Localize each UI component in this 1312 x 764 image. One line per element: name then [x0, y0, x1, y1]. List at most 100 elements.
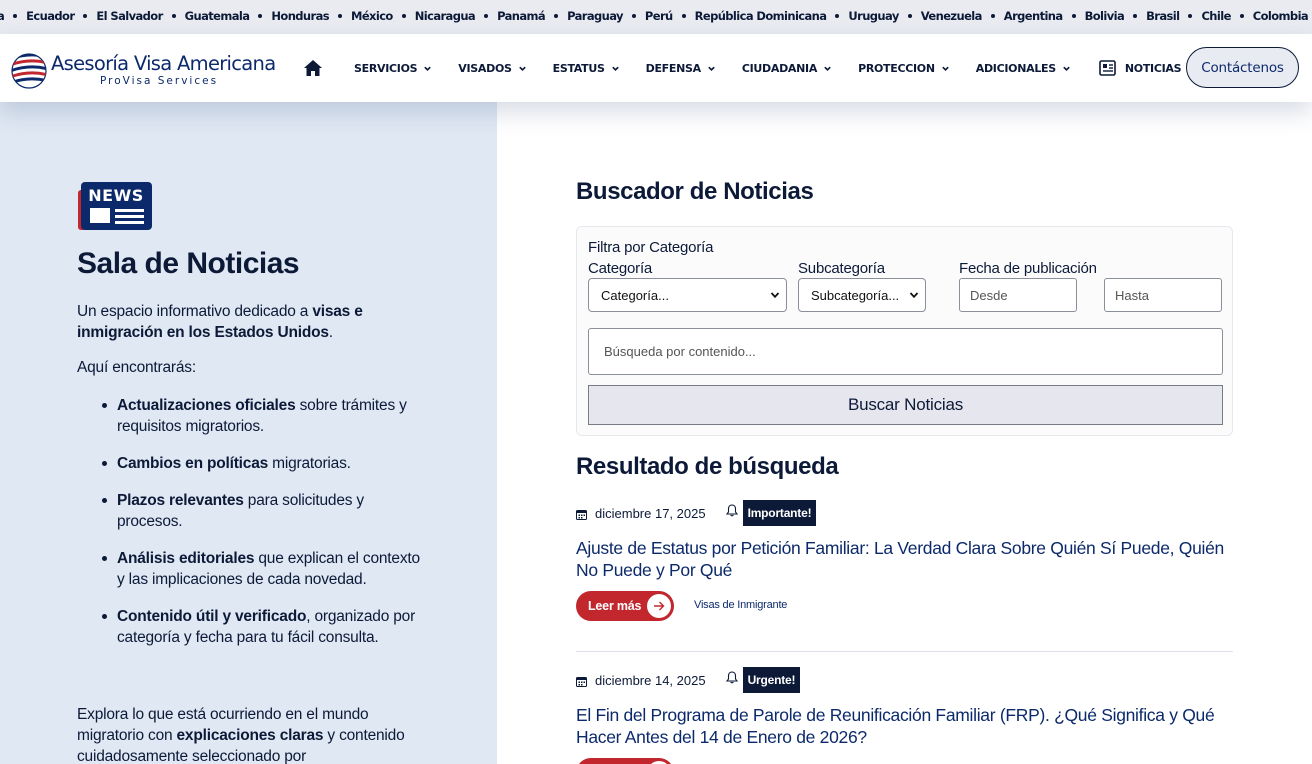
- search-news-button[interactable]: Buscar Noticias: [588, 385, 1223, 425]
- list-item: Contenido útil y verificado, organizado …: [102, 606, 427, 648]
- newsroom-intro: Un espacio informativo dedicado a visas …: [77, 301, 427, 343]
- list-item: Plazos relevantes para solicitudes y pro…: [102, 490, 427, 532]
- nav-adicionales[interactable]: ADICIONALES: [976, 62, 1071, 75]
- ticker-separator: [338, 14, 342, 18]
- newsroom-here: Aquí encontrarás:: [77, 359, 196, 376]
- list-item-bold: Actualizaciones oficiales: [117, 397, 296, 414]
- ticker-country: Panamá: [497, 9, 546, 23]
- search-title: Buscador de Noticias: [576, 178, 814, 205]
- calendar-icon: [576, 676, 587, 687]
- ticker-country: Chile: [1201, 9, 1231, 23]
- chevron-down-icon: [1063, 66, 1070, 71]
- main-nav: SERVICIOS VISADOS ESTATUS DEFENSA CIUDAD…: [302, 34, 1182, 102]
- news-logo-text: NEWS: [88, 186, 144, 205]
- newsroom-outro: Explora lo que está ocurriendo en el mun…: [77, 704, 427, 764]
- chevron-down-icon: [518, 66, 526, 71]
- status-badge: Importante!: [742, 500, 817, 526]
- ticker-country: Perú: [644, 9, 673, 23]
- nav-servicios[interactable]: SERVICIOS: [354, 62, 432, 75]
- ticker-separator: [681, 14, 686, 18]
- content-search-input[interactable]: Búsqueda por contenido...: [588, 328, 1223, 375]
- category-label: Categoría: [588, 260, 653, 277]
- ticker-separator: [1071, 14, 1076, 18]
- article-category-link[interactable]: Visas de Inmigrante: [694, 599, 787, 611]
- ticker-country: Colombia: [1252, 9, 1309, 23]
- chevron-down-icon: [941, 66, 949, 71]
- ticker-country: Argentina: [1003, 9, 1063, 23]
- home-icon[interactable]: [302, 57, 324, 79]
- newspaper-icon: [1099, 60, 1116, 76]
- article-title-link[interactable]: Ajuste de Estatus por Petición Familiar:…: [576, 537, 1233, 581]
- list-item-text: migratorias.: [268, 455, 351, 472]
- calendar-icon: [576, 509, 587, 520]
- ticker-separator: [631, 14, 636, 18]
- article-divider: [576, 651, 1233, 652]
- ticker-country: Venezuela: [920, 9, 983, 23]
- nav-noticias[interactable]: NOTICIAS: [1099, 60, 1182, 76]
- nav-label: VISADOS: [458, 61, 512, 75]
- article-title-link[interactable]: El Fin del Programa de Parole de Reunifi…: [576, 704, 1233, 748]
- ticker-country: República Dominicana: [694, 9, 827, 23]
- nav-proteccion[interactable]: PROTECCION: [858, 62, 950, 75]
- nav-defensa[interactable]: DEFENSA: [646, 62, 716, 75]
- ticker-separator: [1188, 14, 1193, 18]
- list-item-bold: Plazos relevantes: [117, 492, 244, 509]
- list-item-bold: Contenido útil y verificado: [117, 608, 307, 625]
- ticker-country: Nicaragua: [414, 9, 476, 23]
- ticker-country: Uruguay: [848, 9, 899, 23]
- nav-estatus[interactable]: ESTATUS: [553, 62, 620, 75]
- category-select[interactable]: Categoría...: [588, 278, 787, 312]
- news-logo-icon: NEWS: [78, 182, 152, 230]
- list-item-bold: Cambios en políticas: [117, 455, 269, 472]
- ticker-separator: [401, 14, 406, 18]
- chevron-down-icon: [909, 292, 919, 299]
- country-ticker: a Ecuador El Salvador Guatemala Honduras Méxi…: [0, 0, 1312, 34]
- globe-logo-icon: [11, 53, 47, 89]
- chevron-down-icon: [611, 66, 619, 71]
- filter-heading: Filtra por Categoría: [588, 239, 714, 256]
- article-date: diciembre 17, 2025: [595, 505, 706, 521]
- read-more-button[interactable]: Leer más: [576, 591, 674, 621]
- ticker-country: El Salvador: [96, 9, 163, 23]
- list-item: Actualizaciones oficiales sobre trámites…: [102, 395, 427, 437]
- ticker-separator: [554, 14, 559, 18]
- ticker-country: Guatemala: [184, 9, 250, 23]
- nav-visados[interactable]: VISADOS: [458, 62, 526, 75]
- ticker-separator: [835, 14, 840, 18]
- read-more-button[interactable]: Leer más: [576, 758, 674, 764]
- contact-button[interactable]: Contáctenos: [1186, 47, 1299, 88]
- category-select-value: Categoría...: [601, 287, 669, 303]
- article-meta: diciembre 17, 2025 Importante!: [576, 500, 817, 526]
- news-search-form: Filtra por Categoría Categoría Subcatego…: [576, 226, 1233, 436]
- nav-label: PROTECCION: [858, 61, 935, 75]
- intro-end: .: [328, 324, 333, 341]
- site-header: Asesoría Visa Americana ProVisa Services…: [0, 34, 1312, 102]
- article-meta: diciembre 14, 2025 Urgente!: [576, 667, 801, 693]
- ticker-country: Brasil: [1146, 9, 1180, 23]
- chevron-down-icon: [770, 292, 780, 299]
- list-item-bold: Análisis editoriales: [117, 550, 255, 567]
- ticker-separator: [907, 14, 912, 18]
- ticker-country: Honduras: [271, 9, 329, 23]
- ticker-separator: [13, 14, 18, 18]
- ticker-country: a: [0, 9, 5, 23]
- bell-icon: [725, 670, 738, 683]
- site-logo[interactable]: Asesoría Visa Americana ProVisa Services: [10, 48, 280, 90]
- date-from-input[interactable]: Desde: [959, 278, 1077, 312]
- date-to-input[interactable]: Hasta: [1104, 278, 1222, 312]
- subcategory-select[interactable]: Subcategoría...: [798, 278, 926, 312]
- nav-ciudadania[interactable]: CIUDADANIA: [742, 62, 832, 75]
- intro-text: Un espacio informativo dedicado a: [77, 303, 313, 320]
- subcategory-label: Subcategoría: [798, 260, 885, 277]
- logo-name: Asesoría Visa Americana: [51, 52, 276, 75]
- ticker-country: México: [351, 9, 393, 23]
- nav-label: ADICIONALES: [975, 61, 1056, 75]
- newsroom-intro-panel: NEWS Sala de Noticias Un espacio informa…: [0, 102, 497, 764]
- newsroom-features-list: Actualizaciones oficiales sobre trámites…: [102, 395, 427, 664]
- ticker-separator: [258, 14, 263, 18]
- ticker-separator: [484, 14, 489, 18]
- ticker-country: Bolivia: [1084, 9, 1125, 23]
- chevron-down-icon: [708, 66, 715, 71]
- subcategory-select-value: Subcategoría...: [811, 287, 900, 303]
- outro-bold: explicaciones claras: [176, 727, 324, 744]
